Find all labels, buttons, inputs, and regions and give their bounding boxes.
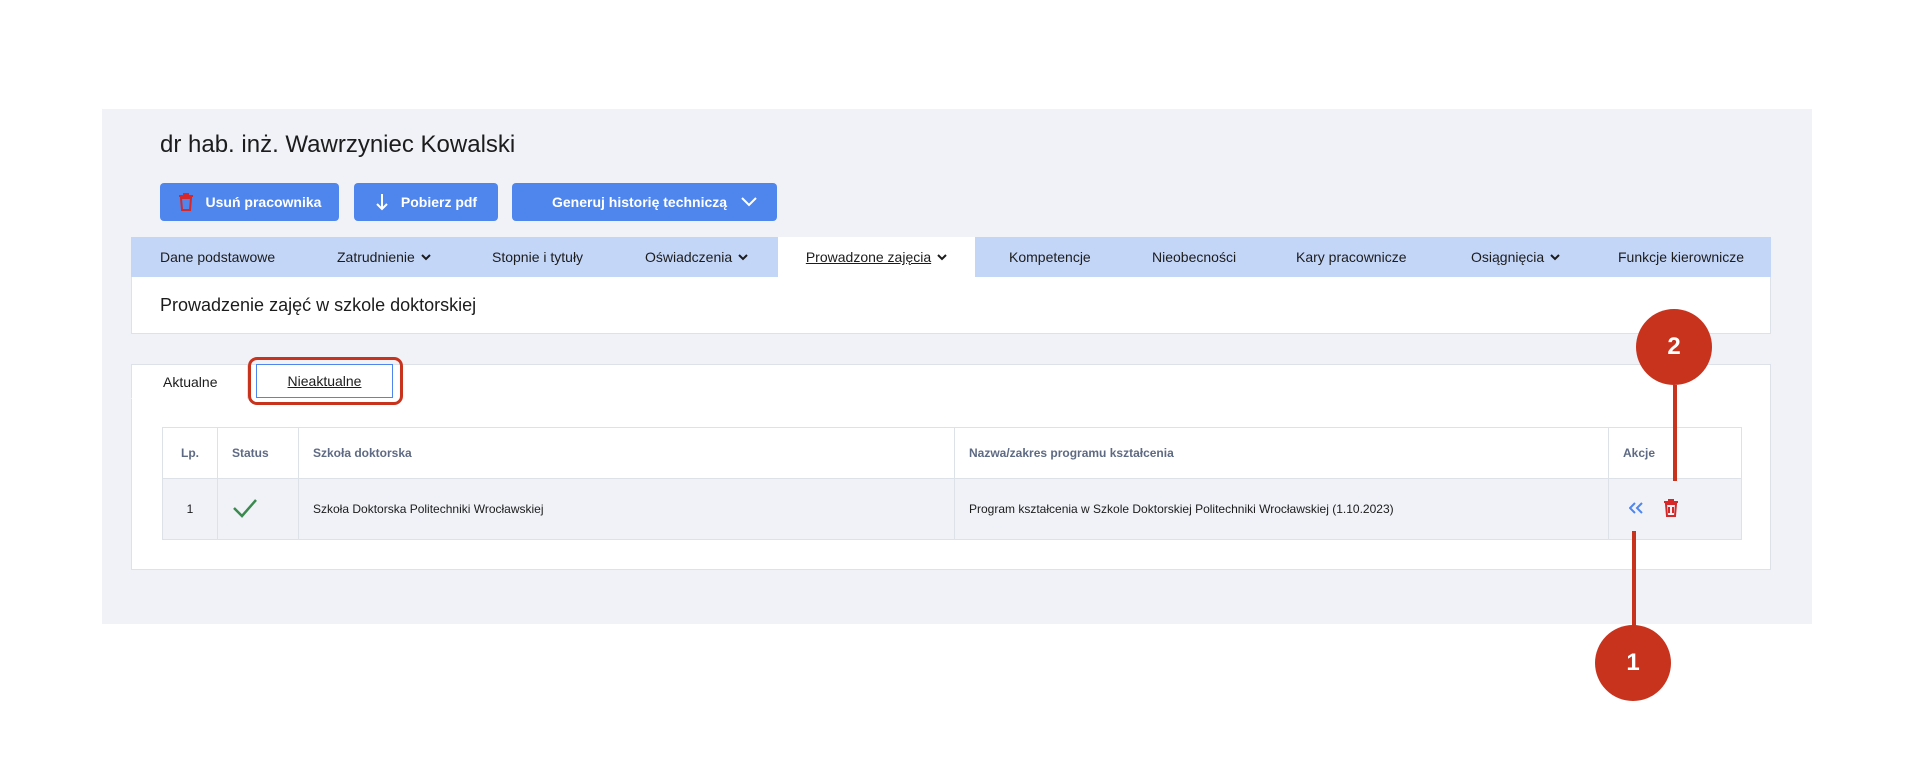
tab-absences[interactable]: Nieobecności <box>1152 237 1236 277</box>
tab-managerial-functions[interactable]: Funkcje kierownicze <box>1618 237 1744 277</box>
chevron-down-icon <box>937 253 947 260</box>
generate-history-button[interactable]: Generuj historię techniczą <box>512 183 777 221</box>
download-pdf-label: Pobierz pdf <box>400 194 478 210</box>
callout-1-line <box>1632 531 1636 628</box>
cell-lp: 1 <box>162 478 218 540</box>
tab-label: Funkcje kierownicze <box>1618 249 1745 265</box>
trash-icon <box>178 193 193 211</box>
subtab-current[interactable]: Aktualne <box>131 364 248 399</box>
tab-basic-data[interactable]: Dane podstawowe <box>160 237 275 277</box>
generate-history-label: Generuj historię techniczą <box>552 194 728 210</box>
checkmark-icon <box>233 498 257 518</box>
column-header-lp: Lp. <box>162 427 218 479</box>
tab-statements[interactable]: Oświadczenia <box>645 237 748 277</box>
arrow-down-icon <box>376 194 388 211</box>
chevron-down-icon <box>421 253 431 260</box>
tab-label: Kary pracownicze <box>1296 249 1407 265</box>
classes-table: Lp. Status Szkoła doktorska Nazwa/zakres… <box>162 427 1742 540</box>
chevron-down-icon <box>741 197 757 207</box>
tab-degrees[interactable]: Stopnie i tytuły <box>492 237 583 277</box>
tab-label: Kompetencje <box>1009 249 1091 265</box>
highlight-frame <box>248 357 403 405</box>
section-title: Prowadzenie zajęć w szkole doktorskiej <box>160 295 477 315</box>
callout-2-line <box>1673 385 1677 481</box>
tab-label: Zatrudnienie <box>337 249 415 265</box>
table-row: 1 Szkoła Doktorska Politechniki Wrocławs… <box>162 478 1742 540</box>
delete-icon[interactable] <box>1663 499 1679 517</box>
tab-classes[interactable]: Prowadzone zajęcia <box>778 237 975 277</box>
download-pdf-button[interactable]: Pobierz pdf <box>354 183 498 221</box>
delete-employee-label: Usuń pracownika <box>205 194 322 210</box>
tab-achievements[interactable]: Osiągnięcia <box>1471 237 1560 277</box>
column-header-school: Szkoła doktorska <box>298 427 955 479</box>
subtab-current-label: Aktualne <box>163 373 218 390</box>
page-title: dr hab. inż. Wawrzyniec Kowalski <box>160 131 516 158</box>
tab-employment[interactable]: Zatrudnienie <box>337 237 431 277</box>
chevron-down-icon <box>738 253 748 260</box>
column-header-program: Nazwa/zakres programu kształcenia <box>954 427 1609 479</box>
section-tabs: Dane podstawowe Zatrudnienie Stopnie i t… <box>131 237 1771 277</box>
delete-employee-button[interactable]: Usuń pracownika <box>160 183 339 221</box>
tab-label: Nieobecności <box>1152 249 1237 265</box>
restore-icon[interactable] <box>1629 502 1643 514</box>
callout-2: 2 <box>1636 309 1712 385</box>
tab-competences[interactable]: Kompetencje <box>1009 237 1091 277</box>
tab-label: Stopnie i tytuły <box>492 249 584 265</box>
table-header-row: Lp. Status Szkoła doktorska Nazwa/zakres… <box>162 427 1742 479</box>
generate-dropdown-toggle[interactable] <box>721 183 777 221</box>
cell-school: Szkoła Doktorska Politechniki Wrocławski… <box>298 478 955 540</box>
tab-label: Prowadzone zajęcia <box>805 249 932 265</box>
tab-label: Osiągnięcia <box>1471 249 1545 265</box>
column-header-status: Status <box>217 427 299 479</box>
cell-status <box>217 478 299 540</box>
tab-label: Oświadczenia <box>645 249 733 265</box>
cell-program: Program kształcenia w Szkole Doktorskiej… <box>954 478 1609 540</box>
cell-actions <box>1608 478 1742 540</box>
tab-label: Dane podstawowe <box>160 249 276 265</box>
callout-1: 1 <box>1595 625 1671 701</box>
chevron-down-icon <box>1550 253 1560 260</box>
tab-penalties[interactable]: Kary pracownicze <box>1296 237 1407 277</box>
